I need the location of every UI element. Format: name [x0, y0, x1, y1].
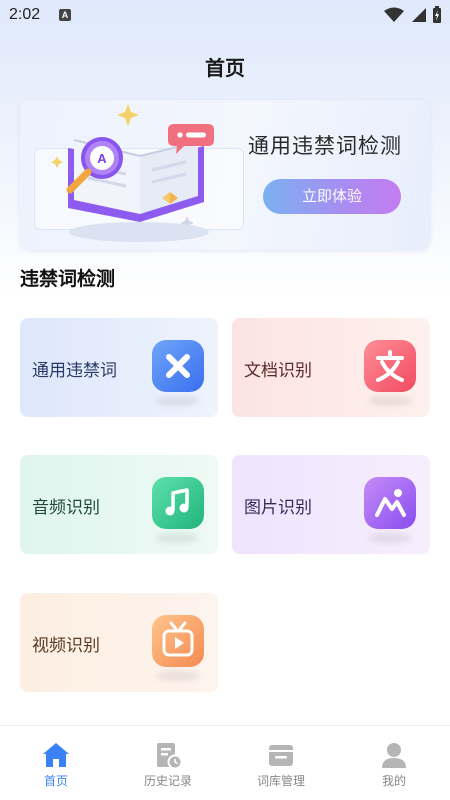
status-time: 2:02 [9, 6, 41, 23]
icon-shadow [156, 396, 200, 406]
status-bar: 2:02 A [0, 0, 450, 32]
nav-label-home: 首页 [43, 774, 68, 788]
notification-a-icon: A [59, 9, 71, 21]
book-illustration-icon: A [51, 104, 214, 242]
nav-item-profile[interactable]: 我的 [338, 726, 450, 800]
bottom-nav: 首页 历史记录 词库管理 我的 [0, 725, 450, 800]
section-title: 违禁词检测 [20, 268, 116, 290]
card-label: 视频识别 [32, 636, 100, 656]
wifi-icon [384, 7, 404, 22]
profile-icon [382, 743, 406, 768]
nav-item-home[interactable]: 首页 [0, 726, 112, 800]
word-library-icon [269, 745, 293, 766]
nav-label-word-library: 词库管理 [256, 774, 305, 788]
icon-shadow [368, 533, 412, 543]
nav-label-profile: 我的 [381, 774, 406, 788]
status-icons [384, 6, 442, 24]
nav-item-word-library[interactable]: 词库管理 [225, 726, 337, 800]
try-now-button[interactable]: 立即体验 [263, 179, 401, 214]
x-icon [152, 340, 204, 392]
svg-text:A: A [97, 151, 107, 166]
nav-item-history[interactable]: 历史记录 [112, 726, 224, 800]
banner-title: 通用违禁词检测 [248, 134, 402, 158]
battery-icon [433, 6, 441, 23]
card-image-recognition[interactable]: 图片识别 [232, 455, 430, 554]
icon-shadow [368, 396, 412, 406]
music-note-icon [152, 477, 204, 529]
card-document-recognition[interactable]: 文档识别 [232, 318, 430, 417]
history-icon [157, 743, 183, 770]
card-label: 通用违禁词 [32, 361, 117, 381]
card-audio-recognition[interactable]: 音频识别 [20, 455, 218, 554]
card-label: 音频识别 [32, 498, 100, 518]
cell-signal-icon [412, 8, 426, 22]
image-icon [364, 477, 416, 529]
icon-shadow [156, 671, 200, 681]
card-video-recognition[interactable]: 视频识别 [20, 593, 218, 692]
document-text-icon [364, 340, 416, 392]
card-label: 文档识别 [244, 361, 312, 381]
video-play-icon [152, 615, 204, 667]
banner-card[interactable]: A 通用违禁词检测 立即体验 [20, 100, 430, 250]
icon-shadow [156, 533, 200, 543]
card-label: 图片识别 [244, 498, 312, 518]
home-icon [43, 743, 69, 767]
page-title: 首页 [205, 56, 245, 80]
nav-label-history: 历史记录 [143, 774, 192, 788]
card-general-banned-words[interactable]: 通用违禁词 [20, 318, 218, 417]
